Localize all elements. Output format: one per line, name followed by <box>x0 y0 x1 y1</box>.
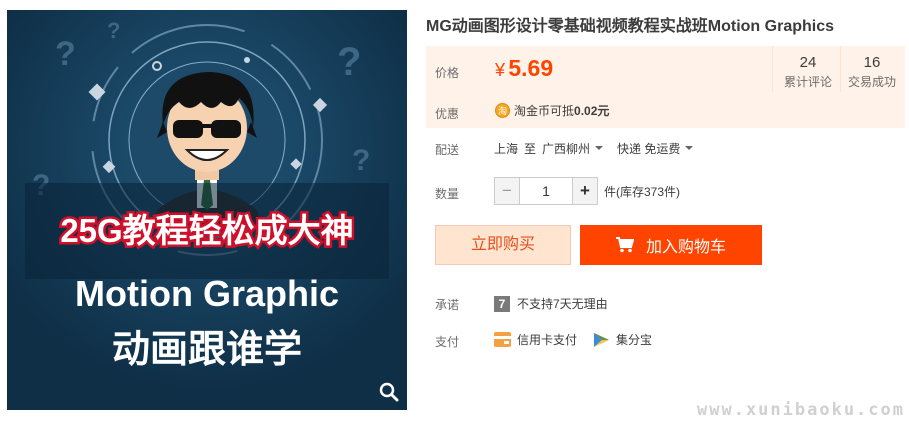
chevron-down-icon[interactable] <box>685 145 694 150</box>
jifenbao-label: 集分宝 <box>616 333 653 347</box>
seven-day-icon: 7 <box>494 295 510 312</box>
sales-count: 16 交易成功 <box>844 54 900 90</box>
quantity-stepper: − 1 + 件(库存373件) <box>494 177 680 205</box>
taojinbi-coin-icon: 淘 <box>495 103 510 118</box>
currency-symbol: ¥ <box>495 60 506 80</box>
shipping-row: 上海 至 广西柳州 快递 免运费 <box>494 140 707 157</box>
image-subline: 动画跟谁学 <box>112 327 302 371</box>
ship-from: 上海 <box>494 142 519 156</box>
watermark: www.xunibaoku.com <box>697 400 905 420</box>
quantity-increase-button[interactable]: + <box>572 177 598 205</box>
credit-card-icon <box>494 332 511 347</box>
product-illustration: ? ? ? ? ? 25G教程轻松成大神 Motion Graphic 动画跟谁… <box>7 10 407 410</box>
product-image[interactable]: ? ? ? ? ? 25G教程轻松成大神 Motion Graphic 动画跟谁… <box>7 10 407 410</box>
shipping-label: 配送 <box>435 143 460 157</box>
zoom-icon[interactable] <box>377 380 401 404</box>
chevron-down-icon[interactable] <box>595 145 604 150</box>
promo-info: 淘 淘金币可抵 0.02元 <box>495 102 609 119</box>
quantity-decrease-button[interactable]: − <box>494 177 520 205</box>
buy-now-button[interactable]: 立即购买 <box>435 225 571 265</box>
svg-text:?: ? <box>352 144 370 177</box>
cart-icon <box>615 237 634 253</box>
jifenbao-icon <box>594 332 610 347</box>
review-count-label: 累计评论 <box>783 75 832 89</box>
review-count[interactable]: 24 累计评论 <box>778 54 838 90</box>
payment-label: 支付 <box>435 335 460 349</box>
credit-card-label: 信用卡支付 <box>517 333 578 347</box>
stock-text: 件(库存373件) <box>604 184 681 199</box>
svg-text:?: ? <box>55 35 76 73</box>
sales-count-label: 交易成功 <box>847 75 896 89</box>
stats-divider <box>772 46 773 92</box>
stats-divider <box>840 46 841 92</box>
promo-label: 优惠 <box>435 107 460 121</box>
promise-text[interactable]: 不支持7天无理由 <box>517 295 608 312</box>
price-amount: 5.69 <box>508 55 554 81</box>
image-headline: Motion Graphic <box>75 273 339 314</box>
promo-amount: 0.02元 <box>574 104 610 118</box>
quantity-label: 数量 <box>435 187 460 201</box>
svg-text:?: ? <box>107 18 120 43</box>
svg-text:?: ? <box>337 40 361 84</box>
price-label: 价格 <box>435 66 460 80</box>
credit-card-payment[interactable]: 信用卡支付 <box>494 331 577 348</box>
promise-label: 承诺 <box>435 298 460 312</box>
shipping-method-select[interactable]: 快递 免运费 <box>617 140 680 157</box>
review-count-value: 24 <box>799 54 817 71</box>
ship-to-word: 至 <box>524 142 537 156</box>
jifenbao-payment[interactable]: 集分宝 <box>593 331 652 348</box>
payment-row: 信用卡支付 集分宝 <box>494 331 668 348</box>
add-to-cart-label: 加入购物车 <box>645 239 726 256</box>
promo-text: 淘金币可抵 <box>514 104 575 118</box>
price-value: ¥ 5.69 <box>495 55 553 82</box>
promise-row: 7 不支持7天无理由 <box>494 295 608 312</box>
add-to-cart-button[interactable]: 加入购物车 <box>580 225 762 265</box>
destination-select[interactable]: 广西柳州 <box>542 140 590 157</box>
price-panel: 价格 ¥ 5.69 24 累计评论 16 交易成功 优惠 淘 淘金币可抵 0.02… <box>426 46 905 128</box>
quantity-input[interactable]: 1 <box>520 177 572 205</box>
product-title: MG动画图形设计零基础视频教程实战班Motion Graphics <box>426 18 835 35</box>
sales-count-value: 16 <box>863 54 881 71</box>
image-banner-text: 25G教程轻松成大神 <box>60 212 353 249</box>
